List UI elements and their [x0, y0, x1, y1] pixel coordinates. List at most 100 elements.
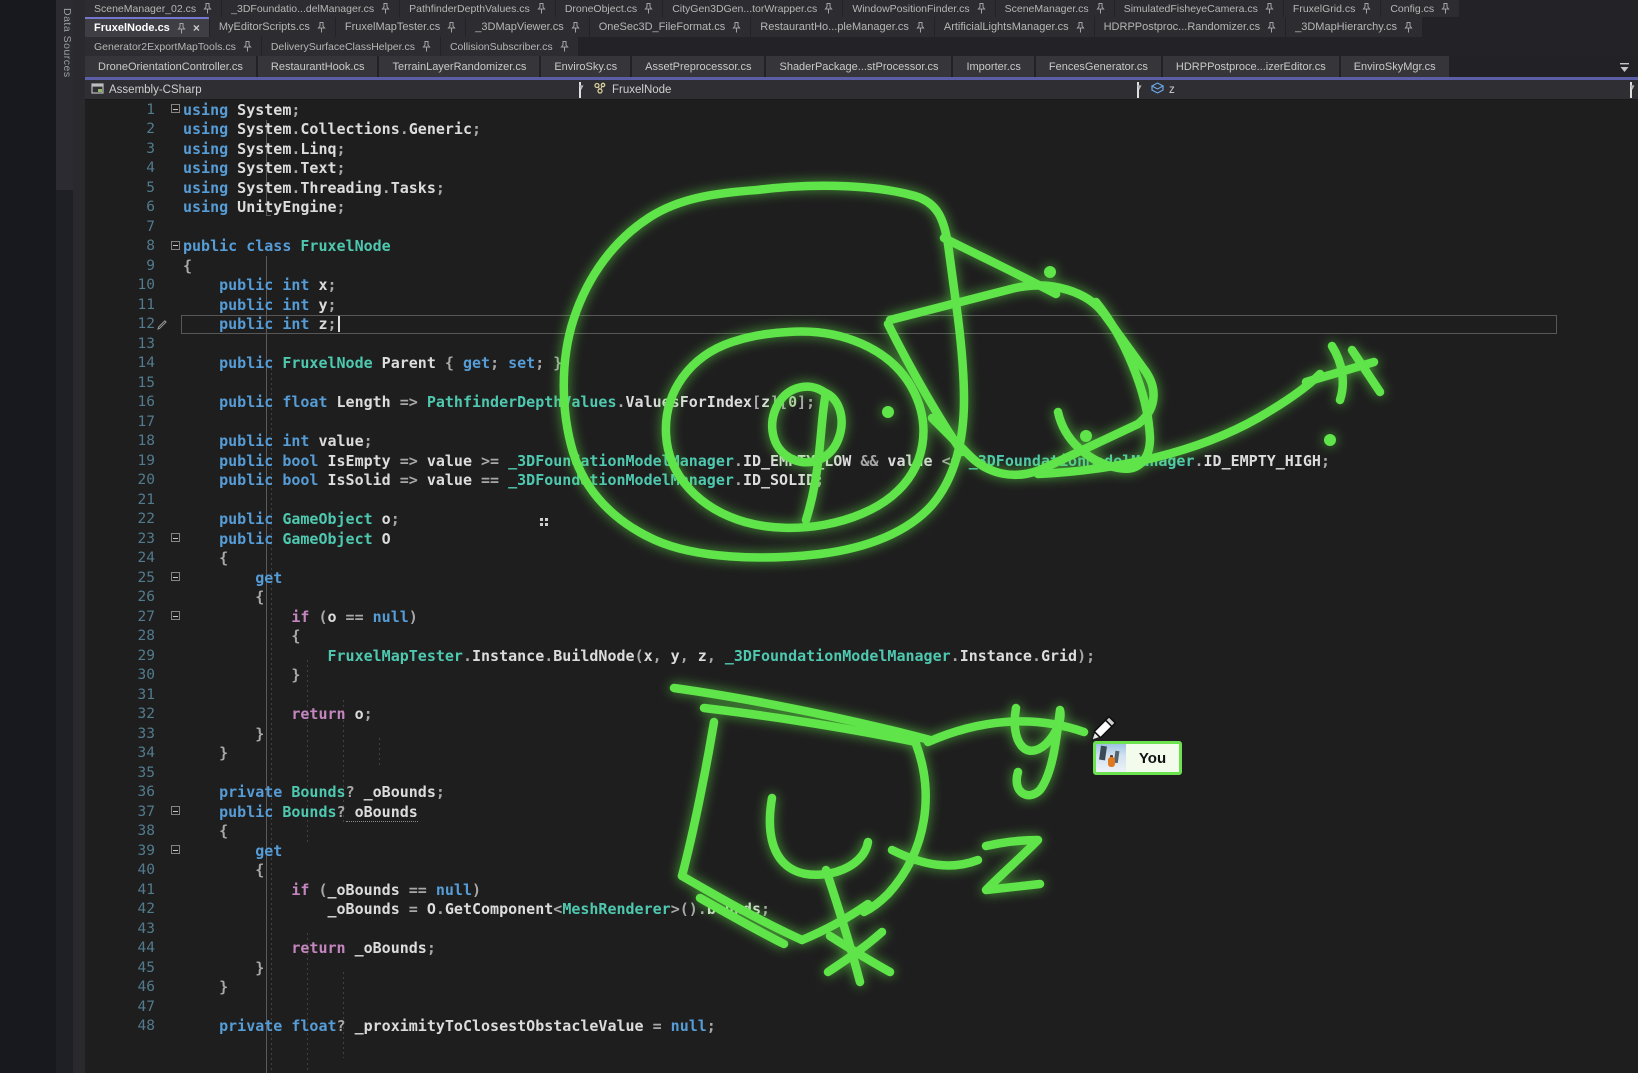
member-dropdown[interactable]: z ▾ [1145, 80, 1638, 99]
fold-toggle[interactable] [169, 744, 183, 764]
fold-toggle[interactable] [169, 900, 183, 920]
fold-toggle[interactable] [169, 549, 183, 569]
close-icon[interactable]: × [193, 22, 200, 34]
pin-icon[interactable] [317, 22, 326, 33]
fold-toggle[interactable] [169, 588, 183, 608]
pin-icon[interactable] [916, 22, 925, 33]
pin-icon[interactable] [447, 22, 456, 33]
editor-tab[interactable]: RestaurantHo...pleManager.cs [751, 17, 934, 37]
data-sources-vertical-tab[interactable]: Data Sources [56, 0, 73, 190]
fold-toggle[interactable] [169, 646, 183, 666]
fold-toggle[interactable] [169, 763, 183, 783]
fold-toggle[interactable] [169, 939, 183, 959]
editor-tab[interactable]: PathfinderDepthValues.cs [400, 0, 555, 17]
pin-icon[interactable] [1404, 22, 1413, 33]
fold-toggle[interactable] [169, 432, 183, 452]
fold-toggle[interactable] [169, 1017, 183, 1037]
editor-tab[interactable]: _3DMapViewer.cs [466, 17, 588, 37]
fold-toggle[interactable] [169, 354, 183, 374]
pin-icon[interactable] [824, 3, 833, 14]
tab-overflow-icon[interactable] [1619, 60, 1630, 78]
pin-icon[interactable] [1265, 3, 1274, 14]
editor-tab[interactable]: FruxelGrid.cs [1284, 0, 1380, 17]
fold-toggle[interactable] [169, 159, 183, 179]
fold-toggle[interactable] [169, 607, 183, 627]
fold-toggle[interactable] [169, 822, 183, 842]
pin-icon[interactable] [203, 3, 212, 14]
fold-toggle[interactable] [169, 997, 183, 1017]
editor-tab[interactable]: RestaurantHook.cs [258, 56, 378, 77]
pin-icon[interactable] [1267, 22, 1276, 33]
fold-toggle[interactable] [169, 471, 183, 491]
fold-toggle[interactable] [169, 120, 183, 140]
fold-toggle[interactable] [169, 100, 183, 120]
editor-tab[interactable]: FruxelMapTester.cs [336, 17, 465, 37]
editor-tab[interactable]: _3DMapHierarchy.cs [1286, 17, 1422, 37]
fold-toggle[interactable] [169, 315, 183, 335]
editor-tab[interactable]: AssetPreprocessor.cs [632, 56, 764, 77]
pin-icon[interactable] [1362, 3, 1371, 14]
editor-tab[interactable]: HDRPPostproc...Randomizer.cs [1095, 17, 1286, 37]
editor-tab[interactable]: SceneManager_02.cs [85, 0, 221, 17]
editor-tab[interactable]: CollisionSubscriber.cs [441, 37, 578, 56]
fold-toggle[interactable] [169, 705, 183, 725]
type-dropdown[interactable]: FruxelNode ▾ [587, 80, 1145, 99]
editor-tab[interactable]: HDRPPostproce...izerEditor.cs [1163, 56, 1339, 77]
code-editor[interactable]: 1 using System; 2 using System.Collectio… [85, 100, 1638, 1073]
fold-toggle[interactable] [169, 198, 183, 218]
fold-toggle[interactable] [169, 666, 183, 686]
pin-icon[interactable] [243, 41, 252, 52]
pin-icon[interactable] [644, 3, 653, 14]
editor-tab[interactable]: _3DFoundatio...delManager.cs [222, 0, 399, 17]
pin-icon[interactable] [381, 3, 390, 14]
fold-toggle[interactable] [169, 276, 183, 296]
fold-toggle[interactable] [169, 861, 183, 881]
fold-toggle[interactable] [169, 685, 183, 705]
fold-toggle[interactable] [169, 256, 183, 276]
pin-icon[interactable] [560, 41, 569, 52]
fold-toggle[interactable] [169, 958, 183, 978]
editor-tab[interactable]: TerrainLayerRandomizer.cs [379, 56, 539, 77]
pin-icon[interactable] [422, 41, 431, 52]
editor-tab[interactable]: Generator2ExportMapTools.cs [85, 37, 261, 56]
editor-tab[interactable]: DroneObject.cs [556, 0, 662, 17]
pin-icon[interactable] [1441, 3, 1450, 14]
editor-tab[interactable]: MyEditorScripts.cs [210, 17, 335, 37]
editor-tab[interactable]: WindowPositionFinder.cs [843, 0, 994, 17]
pin-icon[interactable] [177, 23, 186, 34]
editor-tab[interactable]: FencesGenerator.cs [1036, 56, 1161, 77]
fold-toggle[interactable] [169, 373, 183, 393]
fold-toggle[interactable] [169, 139, 183, 159]
editor-tab[interactable]: Importer.cs [953, 56, 1033, 77]
editor-tab[interactable]: Config.cs [1381, 0, 1459, 17]
editor-tab[interactable]: OneSec3D_FileFormat.cs [590, 17, 751, 37]
editor-tab[interactable]: ArtificialLightsManager.cs [935, 17, 1094, 37]
fold-toggle[interactable] [169, 880, 183, 900]
fold-toggle[interactable] [169, 841, 183, 861]
fold-toggle[interactable] [169, 783, 183, 803]
editor-tab[interactable]: EnviroSky.cs [541, 56, 630, 77]
editor-tab[interactable]: EnviroSkyMgr.cs [1341, 56, 1449, 77]
fold-toggle[interactable] [169, 217, 183, 237]
editor-tab[interactable]: DeliverySurfaceClassHelper.cs [262, 37, 440, 56]
pin-icon[interactable] [571, 22, 580, 33]
fold-toggle[interactable] [169, 529, 183, 549]
fold-toggle[interactable] [169, 627, 183, 647]
fold-toggle[interactable] [169, 412, 183, 432]
pin-icon[interactable] [1096, 3, 1105, 14]
pin-icon[interactable] [732, 22, 741, 33]
fold-toggle[interactable] [169, 334, 183, 354]
fold-toggle[interactable] [169, 237, 183, 257]
editor-tab[interactable]: SimulatedFisheyeCamera.cs [1115, 0, 1283, 17]
fold-toggle[interactable] [169, 490, 183, 510]
project-dropdown[interactable]: Assembly-CSharp ▾ [85, 80, 587, 99]
fold-toggle[interactable] [169, 510, 183, 530]
fold-toggle[interactable] [169, 919, 183, 939]
fold-toggle[interactable] [169, 724, 183, 744]
editor-tab[interactable]: FruxelNode.cs × [85, 17, 209, 37]
pin-icon[interactable] [1076, 22, 1085, 33]
pin-icon[interactable] [977, 3, 986, 14]
fold-toggle[interactable] [169, 978, 183, 998]
editor-tab[interactable]: CityGen3DGen...torWrapper.cs [663, 0, 842, 17]
fold-toggle[interactable] [169, 295, 183, 315]
